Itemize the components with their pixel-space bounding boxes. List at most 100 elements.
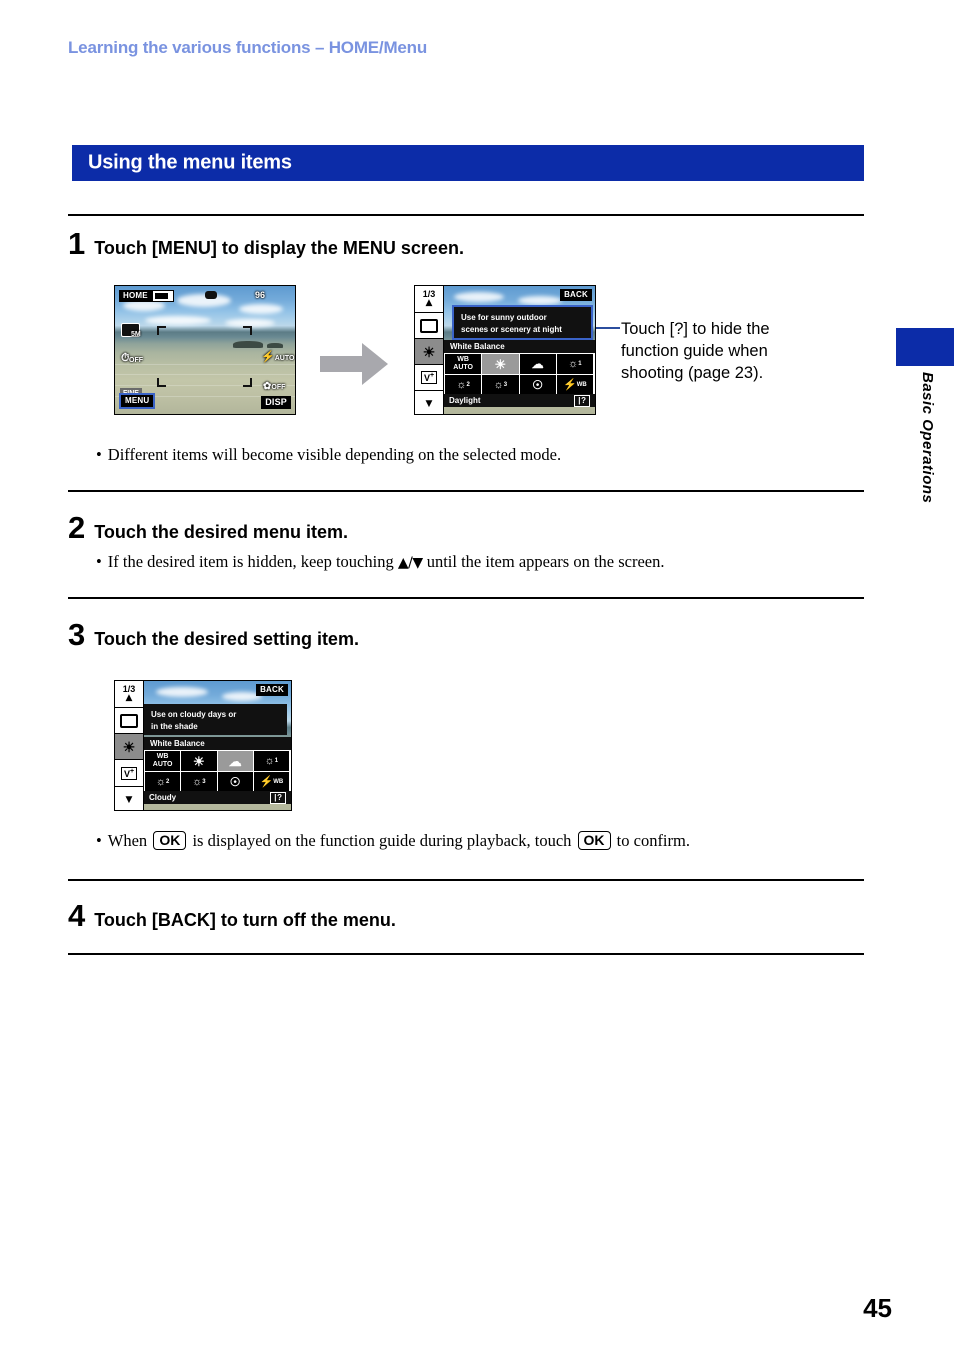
lcd-menu-screen-daylight: 1/3 ▲ ☀ V+ ▼ BACK Use for sunny outdoor … [414, 285, 596, 415]
af-corner-br [243, 378, 252, 387]
selftimer-label: OFF [129, 357, 143, 364]
fluorescent-icon: ☼ [155, 775, 166, 788]
menu-body: BACK Use for sunny outdoor scenes or sce… [444, 286, 595, 414]
af-corner-tr [243, 326, 252, 335]
incandescent-icon: ☉ [229, 775, 241, 789]
rail-item-ev[interactable]: V+ [115, 760, 143, 787]
fluorescent-icon: ☼ [192, 775, 203, 788]
divider-rule-4 [68, 879, 864, 881]
step-3-bullet: • When OK is displayed on the function gu… [96, 831, 690, 851]
disp-button[interactable]: DISP [261, 396, 291, 409]
mode-icon [205, 291, 217, 299]
option-wb-auto[interactable]: WB AUTO [444, 353, 483, 375]
updown-arrows-icon: ▲/▼ [397, 555, 423, 571]
option-daylight[interactable]: ☀ [180, 750, 218, 772]
af-corner-tl [157, 326, 166, 335]
daylight-sun-icon: ☀ [193, 753, 205, 769]
menu-rail: 1/3 ▲ ☀ V+ ▼ [115, 681, 144, 810]
step-2-bullet: • If the desired item is hidden, keep tou… [96, 552, 665, 572]
scroll-down-button[interactable]: ▼ [415, 391, 443, 414]
section-title-bar: Using the menu items [68, 145, 864, 181]
option-wb-auto[interactable]: WB AUTO [144, 750, 182, 772]
callout-line-3: shooting (page 23). [621, 364, 764, 383]
option-flash-wb[interactable]: ⚡ WB [252, 771, 290, 793]
flash-mode: ⚡AUTO [261, 351, 295, 363]
step-1-number: 1 [68, 226, 86, 261]
help-button[interactable]: | ? [574, 394, 590, 407]
chapter-label: Basic Operations [919, 372, 936, 504]
shots-remaining: 96 [255, 290, 266, 300]
chapter-thumb-tab [896, 328, 954, 366]
step-1-bullet-text: Different items will become visible depe… [107, 445, 562, 464]
fluorescent-icon: ☼ [493, 378, 504, 391]
flash-icon: ⚡ [259, 775, 274, 788]
white-balance-option-grid: WB AUTO ☀ ☁ ☼ 1 ☼ 2 ☼ 3 ☉ ⚡ WB [444, 353, 595, 397]
back-button[interactable]: BACK [560, 289, 592, 301]
function-guide-line-2: in the shade [151, 721, 198, 731]
fluorescent-icon: ☼ [264, 754, 275, 767]
home-button[interactable]: HOME [119, 290, 152, 302]
step-4: 4 Touch [BACK] to turn off the menu. [68, 900, 396, 931]
scroll-down-button[interactable]: ▼ [115, 787, 143, 810]
rail-item-screen[interactable] [115, 708, 143, 734]
incandescent-icon: ☉ [532, 378, 543, 392]
option-fluorescent-3[interactable]: ☼ 3 [180, 771, 218, 793]
option-incandescent[interactable]: ☉ [216, 771, 254, 793]
option-cloudy[interactable]: ☁ [518, 353, 557, 375]
help-button[interactable]: | ? [270, 791, 286, 804]
section-bar-accent [68, 145, 72, 181]
step-2: 2 Touch the desired menu item. [68, 512, 348, 543]
rail-item-ev[interactable]: V+ [415, 365, 443, 391]
step-2-bullet-text-a: If the desired item is hidden, keep touc… [107, 552, 398, 571]
option-flash-wb[interactable]: ⚡ WB [555, 374, 594, 396]
option-fluorescent-2[interactable]: ☼ 2 [144, 771, 182, 793]
rail-item-screen[interactable] [415, 313, 443, 339]
menu-button[interactable]: MENU [119, 393, 156, 409]
callout-text: Touch [?] to hide the function guide whe… [621, 318, 770, 384]
option-fluorescent-3[interactable]: ☼ 3 [481, 374, 520, 396]
menu-status-bar: Daylight | ? [444, 394, 595, 407]
bullet-dot: • [96, 445, 102, 464]
option-fluorescent-1[interactable]: ☼ 1 [555, 353, 594, 375]
function-guide-line-1: Use for sunny outdoor [461, 313, 547, 322]
menu-title: White Balance [144, 737, 291, 750]
function-guide-line-1: Use on cloudy days or [151, 710, 237, 719]
section-title: Using the menu items [88, 151, 292, 174]
selected-setting-label: Daylight [449, 396, 481, 405]
divider-rule-5 [68, 953, 864, 955]
option-fluorescent-2[interactable]: ☼ 2 [444, 374, 483, 396]
image-size-label: 5M [131, 331, 141, 338]
scroll-up-arrow-icon[interactable]: ▲ [126, 693, 133, 703]
menu-title: White Balance [444, 340, 595, 353]
option-daylight[interactable]: ☀ [481, 353, 520, 375]
ok-badge-2: OK [577, 831, 611, 851]
af-corner-bl [157, 378, 166, 387]
screen-icon [420, 318, 438, 333]
page-indicator-up[interactable]: 1/3 ▲ [415, 286, 443, 313]
lcd-shooting-screen: HOME 96 5M ⏱ OFF FINE ⚡AUTO ✿OFF MENU [114, 285, 296, 415]
ev-icon: V+ [120, 766, 138, 780]
rail-item-white-balance[interactable]: ☀ [115, 734, 143, 760]
page-indicator-up[interactable]: 1/3 ▲ [115, 681, 143, 708]
option-cloudy[interactable]: ☁ [216, 750, 254, 772]
back-button[interactable]: BACK [256, 684, 288, 696]
scroll-up-arrow-icon[interactable]: ▲ [426, 298, 433, 308]
divider-rule-2 [68, 490, 864, 492]
step-4-number: 4 [68, 898, 86, 933]
option-incandescent[interactable]: ☉ [518, 374, 557, 396]
rail-item-white-balance[interactable]: ☀ [415, 339, 443, 365]
menu-status-bar: Cloudy | ? [144, 791, 291, 804]
menu-rail: 1/3 ▲ ☀ V+ ▼ [415, 286, 444, 414]
osd-overlay: HOME 96 5M ⏱ OFF FINE ⚡AUTO ✿OFF MENU [115, 286, 295, 414]
step-2-bullet-text-b: until the item appears on the screen. [422, 552, 665, 571]
white-balance-sun-icon: ☀ [122, 738, 136, 755]
step-1-bullet: • Different items will become visible dep… [96, 445, 561, 465]
option-fluorescent-1[interactable]: ☼ 1 [252, 750, 290, 772]
bullet-dot: • [96, 552, 102, 571]
bullet-dot: • [96, 831, 102, 850]
divider-rule-1 [68, 214, 864, 216]
step-3-number: 3 [68, 617, 86, 652]
step-3-bullet-text-c: to confirm. [612, 831, 690, 850]
menu-body: BACK Use on cloudy days or in the shade … [144, 681, 291, 810]
step-2-text: Touch the desired menu item. [94, 522, 348, 542]
